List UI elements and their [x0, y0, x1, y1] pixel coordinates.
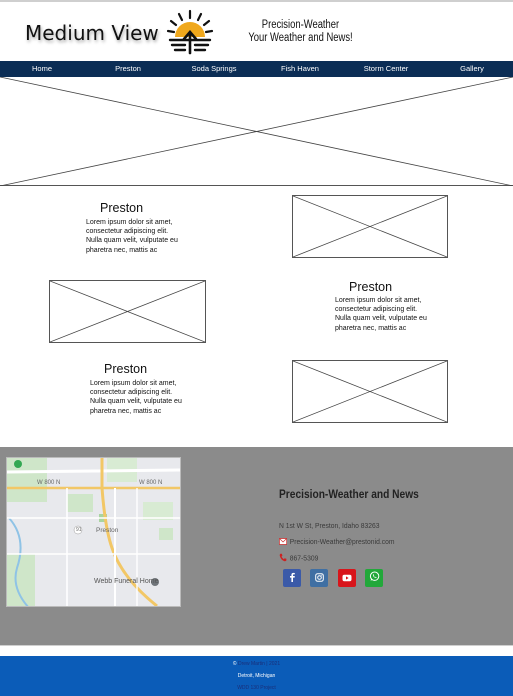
whatsapp-icon [369, 569, 380, 587]
copyright-extra: WDD 130 Project [0, 685, 513, 691]
facebook-icon [288, 569, 296, 587]
brand-name: Precision-Weather [261, 19, 340, 31]
footer-email: Precision-Weather@prestonid.com [289, 537, 395, 546]
nav-item-preston[interactable]: Preston [115, 61, 141, 77]
instagram-icon [314, 569, 324, 587]
card-text: Lorem ipsum dolor sit amet, consectetur … [90, 380, 182, 415]
nav-item-home[interactable]: Home [32, 61, 52, 77]
mail-icon [279, 537, 288, 547]
nav-item-gallery[interactable]: Gallery [460, 61, 484, 77]
card-image-placeholder [292, 360, 448, 423]
hero-image-placeholder [0, 76, 513, 187]
map-road-label: W 800 N [37, 480, 61, 486]
card-title: Preston [104, 362, 148, 376]
phone-icon [279, 553, 287, 564]
copyright-bar: © Drew Martin | 2021 Detroit, Michigan W… [0, 656, 513, 696]
nav-item-storm-center[interactable]: Storm Center [364, 61, 409, 77]
youtube-button[interactable] [338, 569, 356, 587]
map-road-label: W 800 N [139, 480, 163, 486]
brand-text: Precision-Weather Your Weather and News! [232, 19, 369, 45]
whatsapp-button[interactable] [365, 569, 383, 587]
map-town-label: Preston [96, 527, 119, 534]
map-poi-label: Webb Funeral Home [94, 578, 159, 585]
map-route-label: 91 [76, 527, 82, 533]
brand-tagline: Your Weather and News! [248, 32, 353, 44]
nav-item-fish-haven[interactable]: Fish Haven [281, 61, 319, 77]
footer-email-row[interactable]: Precision-Weather@prestonid.com [279, 537, 394, 547]
facebook-button[interactable] [283, 569, 301, 587]
footer-title: Precision-Weather and News [279, 487, 419, 501]
youtube-icon [342, 569, 352, 587]
nav-item-soda-springs[interactable]: Soda Springs [191, 61, 236, 77]
project-link[interactable]: WDD 130 Project [237, 685, 276, 691]
card-title: Preston [349, 280, 393, 294]
footer-phone: 867-5309 [289, 553, 319, 563]
copyright-line: © Drew Martin | 2021 [0, 661, 513, 667]
footer-divider [0, 645, 513, 656]
sun-logo-icon [166, 9, 214, 55]
card-image-placeholder [49, 280, 206, 343]
author-link[interactable]: Drew Martin | 2021 [238, 661, 280, 667]
location-map[interactable]: W 800 N W 800 N 91 Preston Webb Funeral … [6, 457, 181, 607]
top-divider [0, 0, 513, 2]
main-nav: Home Preston Soda Springs Fish Haven Sto… [0, 61, 513, 77]
footer-address: N 1st W St, Preston, Idaho 83263 [279, 521, 380, 530]
card-title: Preston [100, 201, 144, 215]
copyright-location: Detroit, Michigan [237, 673, 276, 679]
card-text: Lorem ipsum dolor sit amet, consectetur … [335, 297, 427, 332]
card-image-placeholder [292, 195, 448, 258]
card-text: Lorem ipsum dolor sit amet, consectetur … [86, 219, 178, 254]
footer-phone-row[interactable]: 867-5309 [279, 553, 318, 564]
view-title: Medium View [25, 21, 159, 45]
instagram-button[interactable] [310, 569, 328, 587]
